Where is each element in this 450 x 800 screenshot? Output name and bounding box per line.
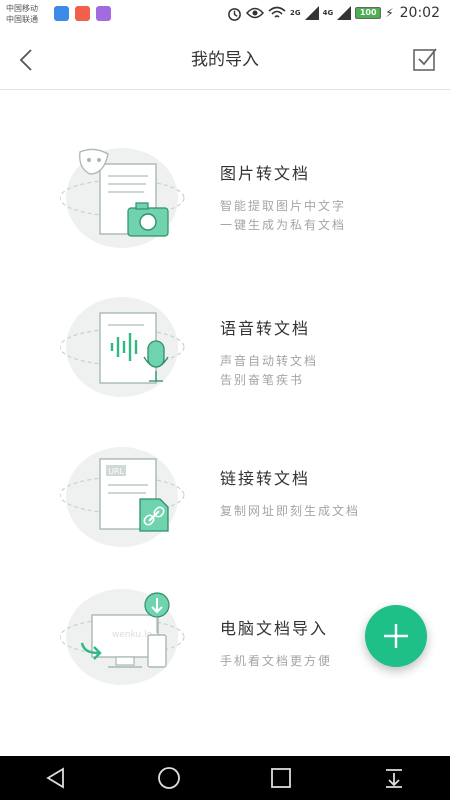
notification-icons <box>54 6 111 21</box>
carrier-info: 中国移动 中国联通 <box>6 3 38 25</box>
square-recents-icon <box>271 768 292 788</box>
eye-icon <box>245 7 264 19</box>
item-desc-line: 手机看文档更方便 <box>220 654 333 668</box>
item-title: 链接转文档 <box>220 469 311 488</box>
chevron-left-icon <box>19 49 32 71</box>
signal-icon <box>304 6 319 20</box>
signal-icon-2 <box>337 6 352 20</box>
image-to-doc-illustration <box>60 148 185 248</box>
item-desc: 复制网址即刻生成文档 <box>220 502 360 521</box>
item-title: 图片转文档 <box>220 164 311 183</box>
nav-notification-button[interactable] <box>374 758 414 798</box>
status-bar: 中国移动 中国联通 2G 4G 100 ⚡ 20:02 <box>0 0 450 30</box>
shield-app-icon <box>54 6 69 21</box>
battery-level: 100 <box>359 8 377 17</box>
link-to-doc-illustration: URL <box>60 447 185 547</box>
item-desc-line: 声音自动转文档 <box>220 354 319 368</box>
item-title: 电脑文档导入 <box>220 619 329 638</box>
list-item-pc-import[interactable]: wenku.lo 电脑文档导入 手机看文档更方便 <box>60 585 390 715</box>
charging-icon: ⚡ <box>385 6 394 20</box>
triangle-back-icon <box>46 767 65 789</box>
screen-text: wenku.lo <box>112 630 153 640</box>
list-item-voice-to-doc[interactable]: 语音转文档 声音自动转文档 告别奋笔疾书 <box>60 285 390 415</box>
voice-to-doc-illustration <box>60 297 185 397</box>
item-desc: 声音自动转文档 告别奋笔疾书 <box>220 352 318 390</box>
list-item-image-to-doc[interactable]: 图片转文档 智能提取图片中文字 一键生成为私有文档 <box>60 130 390 260</box>
item-title: 语音转文档 <box>220 319 311 338</box>
pc-import-illustration: wenku.lo <box>60 589 185 685</box>
nav-home-button[interactable] <box>149 758 189 798</box>
alarm-icon <box>228 7 241 21</box>
circle-home-icon <box>157 767 180 789</box>
system-icons: 2G 4G 100 ⚡ 20:02 <box>227 5 440 21</box>
checkbox-icon <box>413 48 437 71</box>
item-desc-line: 智能提取图片中文字 <box>220 199 347 213</box>
store-app-icon <box>75 6 90 21</box>
back-button[interactable] <box>8 40 44 80</box>
nav-back-button[interactable] <box>36 758 76 798</box>
plus-icon <box>384 624 408 648</box>
item-desc-line: 复制网址即刻生成文档 <box>220 504 361 518</box>
item-desc: 手机看文档更方便 <box>220 652 332 671</box>
url-badge: URL <box>108 467 124 476</box>
carrier-2: 中国联通 <box>6 15 38 24</box>
carrier-1: 中国移动 <box>6 4 38 13</box>
item-desc-line: 告别奋笔疾书 <box>220 373 305 387</box>
pull-down-icon <box>385 769 402 788</box>
item-desc-line: 一键生成为私有文档 <box>220 218 347 232</box>
header: 我的导入 <box>0 30 450 90</box>
system-nav-bar <box>0 756 450 800</box>
signal-4g-label: 4G <box>322 9 334 17</box>
signal-2g-label: 2G <box>289 9 301 17</box>
list-item-link-to-doc[interactable]: URL 链接转文档 复制网址即刻生成文档 <box>60 435 390 565</box>
add-fab-button[interactable] <box>365 605 427 667</box>
wifi-icon <box>268 6 286 18</box>
gallery-app-icon <box>96 6 111 21</box>
page-title: 我的导入 <box>191 50 259 70</box>
battery-icon: 100 <box>355 7 382 19</box>
select-button[interactable] <box>412 46 438 72</box>
item-desc: 智能提取图片中文字 一键生成为私有文档 <box>220 197 346 235</box>
clock: 20:02 <box>399 5 440 21</box>
nav-recents-button[interactable] <box>261 758 301 798</box>
